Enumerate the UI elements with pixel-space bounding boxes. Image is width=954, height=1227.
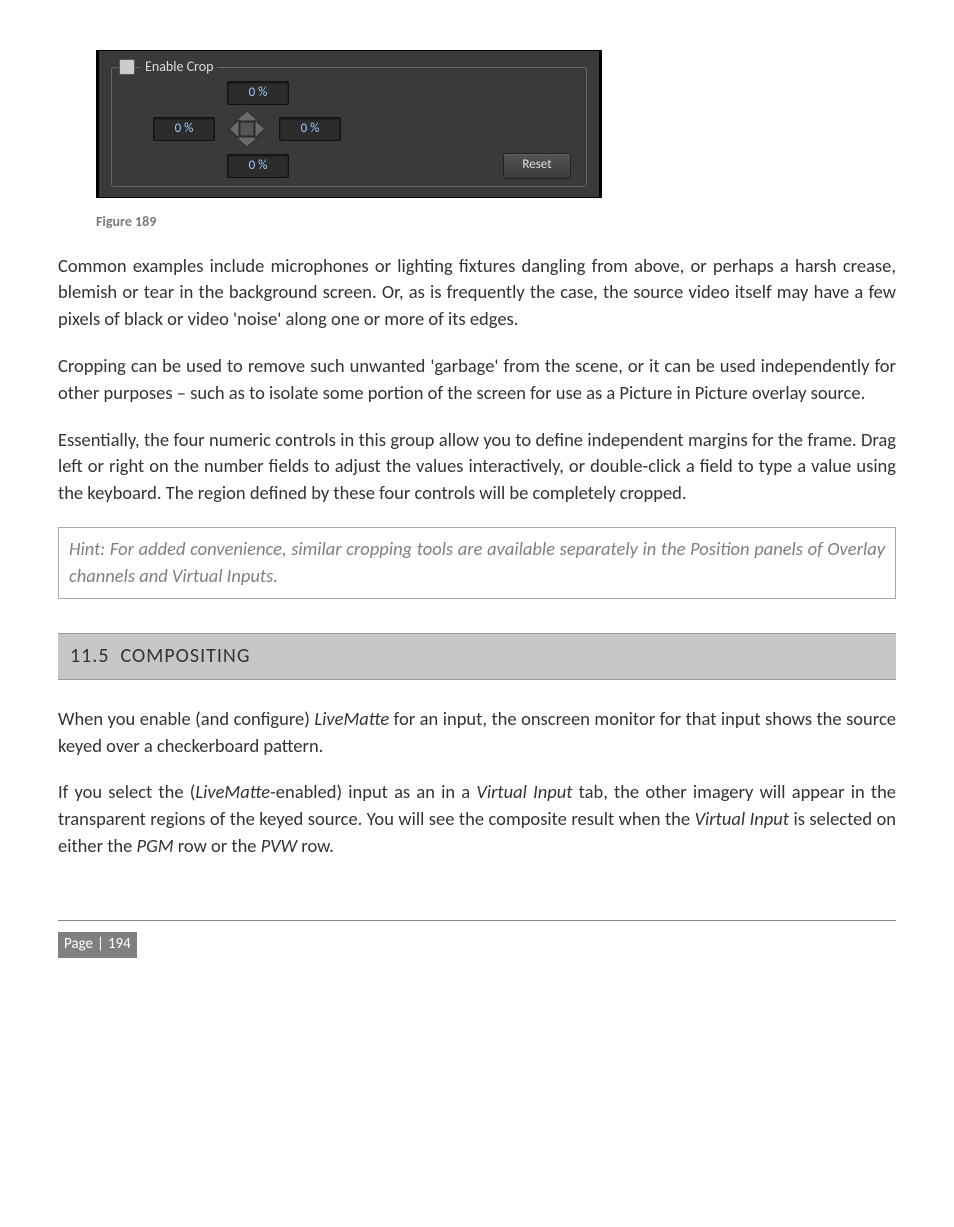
paragraph-1: Common examples include microphones or l… xyxy=(58,253,896,333)
crop-dpad[interactable] xyxy=(225,109,269,149)
enable-crop-checkbox[interactable] xyxy=(119,59,135,75)
para5-italic-virtual-input-1: Virtual Input xyxy=(476,780,572,803)
page-number-badge: Page|194 xyxy=(58,932,137,958)
page-number: 194 xyxy=(108,935,131,953)
hint-box: Hint: For added convenience, similar cro… xyxy=(58,527,896,599)
para5-seg-b: -enabled) input as an in a xyxy=(270,780,476,803)
crop-bottom-field[interactable]: 0 % xyxy=(227,154,289,178)
crop-right-field[interactable]: 0 % xyxy=(279,117,341,141)
para4-seg-a: When you enable (and configure) xyxy=(58,707,314,730)
enable-crop-label: Enable Crop xyxy=(141,57,217,77)
section-number: 11.5 xyxy=(70,644,109,668)
para4-italic-livematte: LiveMatte xyxy=(314,707,389,730)
page-separator: | xyxy=(93,935,108,953)
para5-seg-e: row or the xyxy=(174,834,261,857)
para5-italic-virtual-input-2: Virtual Input xyxy=(695,807,789,830)
paragraph-5: If you select the (LiveMatte-enabled) in… xyxy=(58,779,896,859)
section-heading: 11.5 COMPOSITING xyxy=(58,633,896,680)
paragraph-3: Essentially, the four numeric controls i… xyxy=(58,427,896,507)
footer-rule xyxy=(58,920,896,921)
crop-panel-figure: Enable Crop 0 % 0 % xyxy=(96,50,896,198)
page-label: Page xyxy=(64,935,93,953)
paragraph-2: Cropping can be used to remove such unwa… xyxy=(58,353,896,407)
crop-left-field[interactable]: 0 % xyxy=(153,117,215,141)
paragraph-4: When you enable (and configure) LiveMatt… xyxy=(58,706,896,760)
crop-reset-button[interactable]: Reset xyxy=(503,153,571,179)
crop-top-field[interactable]: 0 % xyxy=(227,81,289,105)
para5-seg-a: If you select the ( xyxy=(58,780,195,803)
hint-text: Hint: For added convenience, similar cro… xyxy=(69,536,885,590)
para5-italic-livematte: LiveMatte xyxy=(195,780,270,803)
crop-legend[interactable]: Enable Crop xyxy=(119,57,589,77)
para5-seg-f: row. xyxy=(297,834,334,857)
para5-italic-pgm: PGM xyxy=(137,834,174,857)
para5-italic-pvw: PVW xyxy=(261,834,297,857)
section-title: COMPOSITING xyxy=(121,644,251,668)
enable-crop-panel: Enable Crop 0 % 0 % xyxy=(96,50,602,198)
figure-caption: Figure 189 xyxy=(96,212,896,232)
